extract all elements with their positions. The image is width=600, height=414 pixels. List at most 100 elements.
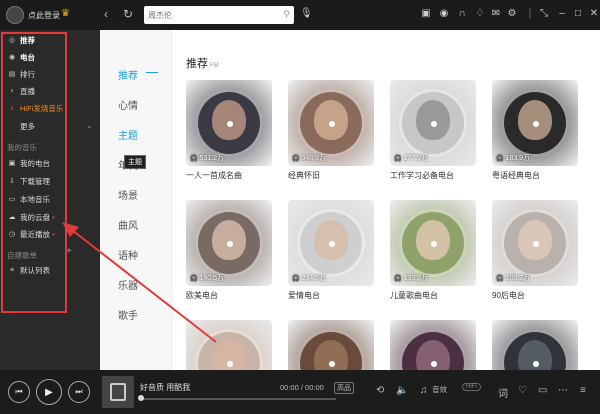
radio-name[interactable]: 一人一首成名曲 <box>186 170 272 181</box>
game-icon[interactable]: ◉ <box>438 8 450 20</box>
radio-cover[interactable]: 🎧 183.9万 <box>492 80 578 166</box>
search-box[interactable]: ⚲ <box>144 6 294 24</box>
next-icon[interactable]: ⏭ <box>68 381 90 403</box>
search-icon[interactable]: ⚲ <box>283 9 290 20</box>
skin-icon[interactable]: ♢ <box>474 8 486 20</box>
radio-name[interactable]: 欧美电台 <box>186 290 272 301</box>
close-icon[interactable]: ✕ <box>588 8 600 20</box>
radio-cover[interactable]: 🎧 <box>288 320 374 370</box>
radio-cover[interactable]: 🎧 188.2万 <box>492 200 578 286</box>
category-recommend[interactable]: 推荐 <box>118 67 138 82</box>
album-thumbnail[interactable] <box>102 376 134 408</box>
highlight-box <box>1 32 67 313</box>
radio-cover[interactable]: 🎧 133.8万 <box>390 200 476 286</box>
category-nav: 推荐 心情 主题 年代 场景 曲风 语种 乐器 歌手 <box>100 30 172 370</box>
play-icon[interactable]: ▶ <box>36 379 62 405</box>
avatar[interactable] <box>6 6 24 24</box>
radio-card[interactable]: 🎧 188.2万 90后电台 <box>492 200 578 301</box>
radio-cover[interactable]: 🎧 531.2万 <box>186 80 272 166</box>
section-title: 推荐 FM <box>186 58 219 70</box>
radio-card[interactable]: 🎧 140.5万欧美电台 <box>186 200 272 301</box>
category-scene[interactable]: 场景 <box>118 187 138 202</box>
radio-card[interactable]: 🎧 133.8万儿童歌曲电台 <box>390 200 476 301</box>
vinyl-disc <box>195 209 263 277</box>
sound-effect-button[interactable]: 音效 <box>432 384 447 395</box>
previous-icon[interactable]: ⏮ <box>8 381 30 403</box>
headphone-icon: 🎧 <box>190 156 198 162</box>
headset-icon[interactable]: ∩ <box>456 8 468 20</box>
divider: | <box>528 8 532 19</box>
radio-card[interactable]: 🎧 348.8万经典怀旧 <box>288 80 374 181</box>
headphone-icon: 🎧 <box>394 276 402 282</box>
track-time: 00:00 / 00:00 <box>280 383 324 392</box>
radio-name[interactable]: 粤语经典电台 <box>492 170 578 181</box>
cover-portrait <box>314 220 348 260</box>
compact-icon[interactable]: ⤡ <box>538 8 550 20</box>
headphone-icon: 🎧 <box>190 276 198 282</box>
radio-name[interactable]: 工作学习必备电台 <box>390 170 476 181</box>
listener-count: 🎧 140.5万 <box>190 275 225 282</box>
radio-name[interactable]: 儿童歌曲电台 <box>390 290 476 301</box>
login-link[interactable]: 点此登录 <box>28 10 60 21</box>
category-language[interactable]: 语种 <box>118 247 138 262</box>
radio-name[interactable]: 90后电台 <box>492 290 578 301</box>
cover-portrait <box>518 220 552 260</box>
quality-button[interactable]: 高品 <box>334 382 354 394</box>
radio-cover[interactable]: 🎧 <box>492 320 578 370</box>
category-instrument[interactable]: 乐器 <box>118 277 138 292</box>
hifi-toggle[interactable]: HiFi <box>462 383 481 391</box>
radio-cover[interactable]: 🎧 <box>390 320 476 370</box>
radio-card[interactable]: 🎧 234.5万爱情电台 <box>288 200 374 301</box>
vinyl-disc <box>501 329 569 370</box>
cover-portrait <box>416 220 450 260</box>
settings-icon[interactable]: ⚙ <box>506 8 518 20</box>
radio-cover[interactable]: 🎧 <box>186 320 272 370</box>
vinyl-disc <box>297 329 365 370</box>
mini-mode-icon[interactable]: ▣ <box>420 8 432 20</box>
radio-card[interactable]: 🎧 183.9万粤语经典电台 <box>492 80 578 181</box>
headphone-icon: 🎧 <box>394 156 402 162</box>
radio-cover[interactable]: 🎧 234.5万 <box>288 200 374 286</box>
more-icon[interactable]: ⋯ <box>558 385 568 396</box>
back-icon[interactable]: ‹ <box>104 7 108 21</box>
category-selected-indicator <box>146 72 158 73</box>
lyrics-icon[interactable]: 词 <box>498 385 508 400</box>
vip-crown-icon[interactable]: ♛ <box>61 8 70 19</box>
radio-card[interactable]: 🎧 <box>288 320 374 370</box>
tooltip: 主题 <box>124 155 146 169</box>
chevron-down-icon[interactable]: ⌄ <box>86 121 93 130</box>
progress-bar[interactable] <box>140 398 336 400</box>
loop-icon[interactable]: ⟲ <box>376 385 384 396</box>
radio-card[interactable]: 🎧 <box>492 320 578 370</box>
comment-icon[interactable]: ▭ <box>538 385 547 396</box>
voice-search-icon[interactable]: 🎙 <box>300 8 313 19</box>
radio-card[interactable]: 🎧 177.9万工作学习必备电台 <box>390 80 476 181</box>
radio-card[interactable]: 🎧 <box>390 320 476 370</box>
cover-portrait <box>518 100 552 140</box>
listener-count: 🎧 177.9万 <box>394 155 429 162</box>
radio-card[interactable]: 🎧 531.2万一人一首成名曲 <box>186 80 272 181</box>
listener-count: 🎧 531.2万 <box>190 155 225 162</box>
volume-icon[interactable]: 🔈 <box>396 385 408 396</box>
minimize-icon[interactable]: – <box>556 8 568 20</box>
message-icon[interactable]: ✉ <box>490 8 502 20</box>
radio-name[interactable]: 经典怀旧 <box>288 170 374 181</box>
category-singer[interactable]: 歌手 <box>118 307 138 322</box>
radio-cover[interactable]: 🎧 177.9万 <box>390 80 476 166</box>
cover-portrait <box>416 100 450 140</box>
like-icon[interactable]: ♡ <box>518 385 527 396</box>
radio-cover[interactable]: 🎧 140.5万 <box>186 200 272 286</box>
category-genre[interactable]: 曲风 <box>118 217 138 232</box>
refresh-icon[interactable]: ↻ <box>123 7 133 21</box>
category-theme[interactable]: 主题 <box>118 127 138 142</box>
radio-name[interactable]: 爱情电台 <box>288 290 374 301</box>
progress-knob[interactable] <box>138 395 144 401</box>
vinyl-disc <box>399 329 467 370</box>
search-input[interactable] <box>148 9 274 21</box>
radio-card[interactable]: 🎧 <box>186 320 272 370</box>
radio-cover[interactable]: 🎧 348.8万 <box>288 80 374 166</box>
playlist-icon[interactable]: ≡ <box>580 385 586 396</box>
sound-effect-icon[interactable]: ♫ <box>420 385 428 396</box>
category-mood[interactable]: 心情 <box>118 97 138 112</box>
maximize-icon[interactable]: □ <box>572 8 584 20</box>
